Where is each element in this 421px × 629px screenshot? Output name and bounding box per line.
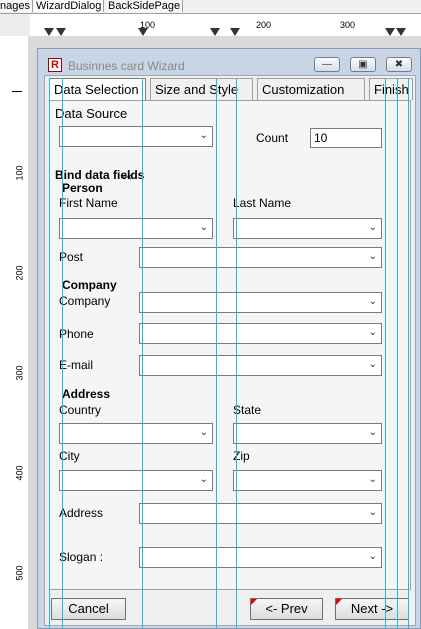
chevron-down-icon: ⌄ — [199, 427, 208, 438]
chevron-down-icon: ⌄ — [368, 359, 377, 370]
address-group-label: Address — [62, 387, 111, 401]
chevron-down-icon: ⌄ — [199, 222, 208, 233]
resize-cursor-icon: ⇿ — [122, 169, 133, 184]
chevron-down-icon: ⌄ — [368, 427, 377, 438]
chevron-down-icon: ⌄ — [368, 327, 377, 338]
address-label: Address — [59, 506, 104, 520]
first-name-select[interactable]: ⌄ — [59, 218, 213, 239]
horizontal-ruler: 100 200 300 — [30, 14, 421, 37]
data-source-select[interactable]: ⌄ — [59, 126, 213, 147]
company-select[interactable]: ⌄ — [139, 292, 382, 313]
ruler-label: 500 — [14, 565, 25, 581]
last-name-label: Last Name — [233, 196, 292, 210]
doc-tab-images[interactable]: nages — [0, 0, 33, 12]
phone-label: Phone — [59, 327, 94, 341]
guide-line — [236, 78, 237, 629]
chevron-down-icon: ⌄ — [368, 222, 377, 233]
prev-button-label: <- Prev — [265, 601, 308, 616]
ruler-label: 300 — [340, 20, 356, 30]
chevron-down-icon: ⌄ — [368, 296, 377, 307]
doc-tab-back-side-page[interactable]: BackSidePage — [106, 0, 184, 12]
guide-line — [397, 78, 398, 629]
tab-finish[interactable]: Finish — [369, 78, 413, 100]
tab-size-and-style[interactable]: Size and Style — [150, 78, 253, 100]
email-label: E-mail — [59, 358, 94, 372]
email-select[interactable]: ⌄ — [139, 355, 382, 376]
count-label: Count — [256, 131, 289, 145]
next-button-label: Next -> — [350, 601, 394, 616]
vertical-ruler: 100 200 300 400 500 — [0, 36, 29, 629]
guide-line — [49, 78, 50, 629]
dialog-client-area: Data Selection Size and Style Customizat… — [44, 75, 416, 626]
ruler-label: 200 — [14, 265, 25, 281]
dialog-title: Businnes card Wizard — [68, 59, 185, 73]
country-label: Country — [59, 403, 102, 417]
doc-tab-wizard-dialog[interactable]: WizardDialog — [34, 0, 105, 12]
guide-line — [142, 78, 143, 629]
maximize-icon: ▣ — [358, 59, 368, 70]
company-label: Company — [59, 294, 111, 308]
minimize-icon: — — [322, 59, 332, 70]
guide-line — [62, 78, 63, 629]
person-group-label: Person — [62, 181, 103, 195]
tab-customization[interactable]: Customization — [257, 78, 365, 100]
ruler-label: 300 — [14, 365, 25, 381]
ruler-marker-icon[interactable] — [56, 28, 66, 36]
chevron-down-icon: ⌄ — [368, 251, 377, 262]
ruler-marker-icon[interactable] — [44, 28, 54, 36]
minimize-button[interactable]: — — [314, 57, 340, 72]
chevron-down-icon: ⌄ — [199, 130, 208, 141]
country-select[interactable]: ⌄ — [59, 423, 213, 444]
tab-panel-data-selection: Data Source ⌄ Count 10 Bind data fields … — [49, 100, 411, 590]
wizard-dialog[interactable]: R Businnes card Wizard — ▣ ✖ Data Select… — [37, 48, 421, 629]
slogan-select[interactable]: ⌄ — [139, 547, 382, 568]
zip-select[interactable]: ⌄ — [233, 470, 382, 491]
chevron-down-icon: ⌄ — [368, 551, 377, 562]
city-select[interactable]: ⌄ — [59, 470, 213, 491]
ruler-marker-icon[interactable] — [230, 28, 240, 36]
ruler-label: 100 — [140, 20, 156, 30]
address-select[interactable]: ⌄ — [139, 503, 382, 524]
tab-data-selection[interactable]: Data Selection — [49, 78, 146, 100]
app-logo-icon: R — [48, 58, 62, 72]
guide-line — [408, 78, 409, 629]
chevron-down-icon: ⌄ — [199, 474, 208, 485]
ruler-marker-icon[interactable] — [385, 28, 395, 36]
ruler-marker-icon[interactable] — [396, 28, 406, 36]
chevron-down-icon: ⌄ — [368, 507, 377, 518]
state-label: State — [233, 403, 262, 417]
ruler-label: 200 — [256, 20, 272, 30]
post-select[interactable]: ⌄ — [139, 247, 382, 268]
prev-button[interactable]: <- Prev — [250, 598, 323, 620]
phone-select[interactable]: ⌄ — [139, 323, 382, 344]
company-group-label: Company — [62, 278, 117, 292]
maximize-button[interactable]: ▣ — [350, 57, 376, 72]
count-input[interactable]: 10 — [310, 128, 382, 148]
ruler-label: 400 — [14, 465, 25, 481]
event-flag-icon — [336, 599, 342, 605]
guide-line — [385, 78, 386, 629]
last-name-select[interactable]: ⌄ — [233, 218, 382, 239]
data-source-label: Data Source — [55, 106, 128, 121]
event-flag-icon — [251, 599, 257, 605]
guide-line — [216, 78, 217, 629]
document-tabs: nages WizardDialog BackSidePage — [0, 0, 421, 14]
dialog-titlebar[interactable]: R Businnes card Wizard — ▣ ✖ — [38, 49, 420, 77]
ruler-tick — [12, 91, 22, 92]
ruler-marker-icon[interactable] — [210, 28, 220, 36]
first-name-label: First Name — [59, 196, 118, 210]
chevron-down-icon: ⌄ — [368, 474, 377, 485]
state-select[interactable]: ⌄ — [233, 423, 382, 444]
close-icon: ✖ — [394, 59, 404, 70]
close-button[interactable]: ✖ — [386, 57, 412, 72]
slogan-label: Slogan : — [59, 550, 104, 564]
ruler-label: 100 — [14, 165, 25, 181]
